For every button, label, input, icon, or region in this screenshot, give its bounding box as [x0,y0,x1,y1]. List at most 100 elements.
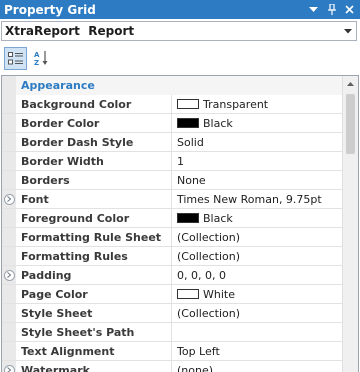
property-name: Style Sheet's Path [16,323,172,341]
property-name: Background Color [16,95,172,113]
property-value[interactable]: (Collection) [172,304,358,322]
property-row[interactable]: Borders None [2,171,358,190]
property-value-text: Black [203,211,233,225]
property-value[interactable]: (none) [172,361,358,372]
row-gutter [2,323,16,341]
property-value-text: (Collection) [177,230,240,244]
toolbar: A Z [0,44,360,72]
property-row[interactable]: Padding 0, 0, 0, 0 [2,266,358,285]
property-name: Formatting Rule Sheet [16,228,172,246]
property-row[interactable]: Font Times New Roman, 9.75pt [2,190,358,209]
property-name: Border Color [16,114,172,132]
property-name: Watermark [16,361,172,372]
selected-object-label: XtraReport Report [5,24,135,38]
row-gutter [2,133,16,151]
property-value[interactable]: Times New Roman, 9.75pt [172,190,358,208]
property-value[interactable]: (Collection) [172,247,358,265]
pin-icon[interactable] [324,2,339,17]
property-row[interactable]: Border Width 1 [2,152,358,171]
property-value-text: Times New Roman, 9.75pt [177,192,322,206]
property-value-text: White [203,287,235,301]
expand-icon[interactable] [3,364,15,372]
property-row[interactable]: Style Sheet's Path [2,323,358,342]
property-value[interactable]: Black [172,209,358,227]
vertical-scrollbar[interactable] [342,76,358,372]
row-gutter [2,285,16,303]
property-row[interactable]: Text Alignment Top Left [2,342,358,361]
property-value[interactable]: Transparent [172,95,358,113]
row-gutter [2,95,16,113]
property-name: Borders [16,171,172,189]
property-value[interactable]: Top Left [172,342,358,360]
property-value-text: Black [203,116,233,130]
category-gutter [2,76,16,95]
property-grid: Appearance Background Color Transparent Bo… [1,75,359,372]
property-name: Foreground Color [16,209,172,227]
close-icon[interactable] [342,2,357,17]
categorized-icon[interactable] [4,46,27,70]
property-value[interactable]: Solid [172,133,358,151]
window-title: Property Grid [4,2,96,17]
property-name: Border Width [16,152,172,170]
row-gutter [2,228,16,246]
property-row[interactable]: Style Sheet (Collection) [2,304,358,323]
color-swatch-icon [177,118,199,128]
property-row[interactable]: Background Color Transparent [2,95,358,114]
property-name: Font [16,190,172,208]
row-gutter [2,342,16,360]
property-value-text: (Collection) [177,249,240,263]
color-swatch-icon [177,289,199,299]
property-value[interactable]: White [172,285,358,303]
svg-text:A: A [34,51,40,59]
category-label: Appearance [21,79,95,92]
row-gutter [2,247,16,265]
alphabetical-sort-icon[interactable]: A Z [30,47,53,70]
property-value-text: Solid [177,135,204,149]
scroll-up-icon[interactable] [343,76,358,92]
expand-icon[interactable] [3,269,15,281]
property-name: Border Dash Style [16,133,172,151]
property-value[interactable]: None [172,171,358,189]
property-row[interactable]: Border Color Black [2,114,358,133]
color-swatch-icon [177,99,199,109]
property-row[interactable]: Page Color White [2,285,358,304]
category-row[interactable]: Appearance [2,76,358,95]
property-row[interactable]: Formatting Rule Sheet (Collection) [2,228,358,247]
property-row[interactable]: Watermark (none) [2,361,358,372]
chevron-down-icon[interactable] [340,22,356,40]
row-gutter [2,304,16,322]
row-gutter [2,114,16,132]
expand-icon[interactable] [3,193,15,205]
property-name: Style Sheet [16,304,172,322]
row-gutter [2,266,16,284]
property-row[interactable]: Foreground Color Black [2,209,358,228]
property-value[interactable]: 1 [172,152,358,170]
property-value[interactable]: Black [172,114,358,132]
property-value-text: (Collection) [177,306,240,320]
row-gutter [2,190,16,208]
property-value-text: 1 [177,154,184,168]
property-rows: Background Color Transparent Border Color B… [2,95,358,372]
title-bar: Property Grid [0,0,360,19]
property-value-text: None [177,173,206,187]
property-name: Text Alignment [16,342,172,360]
row-gutter [2,361,16,372]
row-gutter [2,171,16,189]
property-value[interactable]: (Collection) [172,228,358,246]
property-value[interactable]: 0, 0, 0, 0 [172,266,358,284]
property-name: Page Color [16,285,172,303]
property-value[interactable] [172,323,358,341]
property-row[interactable]: Formatting Rules (Collection) [2,247,358,266]
scroll-thumb[interactable] [346,94,355,154]
property-value-text: Top Left [177,344,220,358]
row-gutter [2,209,16,227]
color-swatch-icon [177,213,199,223]
property-value-text: (none) [177,363,214,372]
object-selector[interactable]: XtraReport Report [1,21,357,41]
row-gutter [2,152,16,170]
menu-dropdown-icon[interactable] [306,2,321,17]
property-name: Formatting Rules [16,247,172,265]
property-value-text: Transparent [203,97,269,111]
svg-text:Z: Z [34,59,39,66]
property-row[interactable]: Border Dash Style Solid [2,133,358,152]
